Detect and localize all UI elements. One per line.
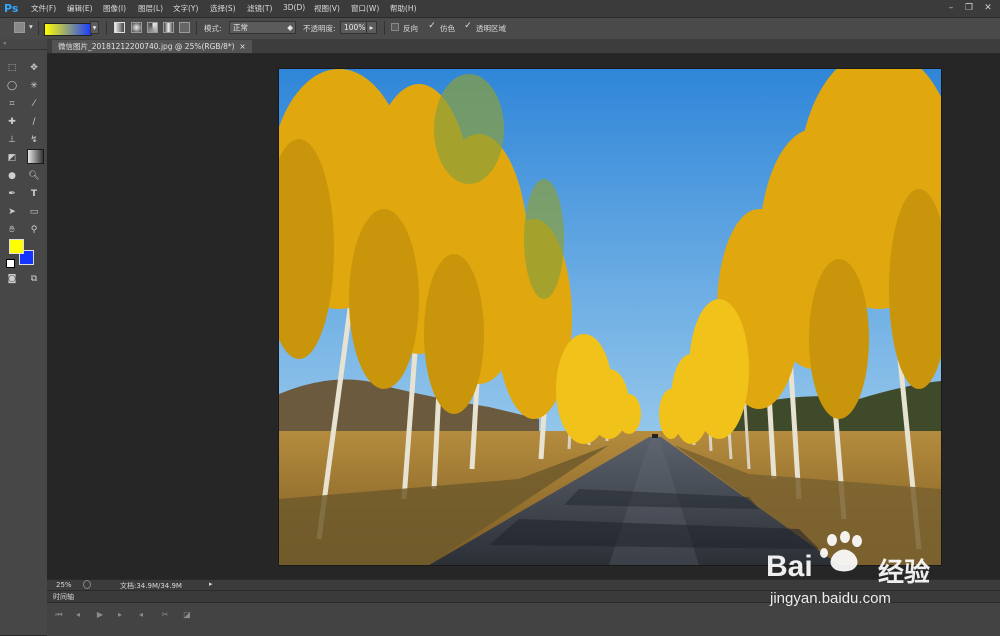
tools-panel: « ⬚ ✥ ◯ ✳ ⌗ ⁄ ✚ / ⊥ ↯ ◩ ● 🔍︎ ✒ T ➤ ▭ ✋︎ … xyxy=(0,39,48,635)
menu-window[interactable]: 窗口(W) xyxy=(351,3,379,14)
watermark-url: jingyan.baidu.com xyxy=(770,590,891,607)
gradient-picker[interactable] xyxy=(44,23,92,36)
menu-type[interactable]: 文字(Y) xyxy=(173,3,198,14)
diamond-gradient-icon[interactable] xyxy=(179,22,190,33)
divider xyxy=(38,21,39,35)
status-menu-arrow-icon[interactable]: ▸ xyxy=(209,580,213,588)
foreground-color-swatch[interactable] xyxy=(9,239,24,254)
brush-icon[interactable]: / xyxy=(27,115,41,129)
magic-wand-icon[interactable]: ✳ xyxy=(27,79,41,93)
lasso-icon[interactable]: ◯ xyxy=(5,79,19,93)
minimize-icon[interactable]: – xyxy=(944,2,958,14)
gradient-dropdown-icon[interactable]: ▾ xyxy=(90,21,99,34)
reverse-label: 反向 xyxy=(403,24,418,33)
play-icon[interactable]: ▶ xyxy=(94,609,106,621)
divider xyxy=(0,49,47,50)
reflected-gradient-icon[interactable] xyxy=(163,22,174,33)
spot-heal-icon[interactable]: ✚ xyxy=(5,115,19,129)
history-brush-icon[interactable]: ↯ xyxy=(27,133,41,147)
autumn-road-photo xyxy=(279,69,941,565)
menu-view[interactable]: 视图(V) xyxy=(314,3,340,14)
chevron-down-icon[interactable]: ▾ xyxy=(29,22,33,31)
menu-help[interactable]: 帮助(H) xyxy=(390,3,417,14)
document-tab-title: 微信图片_20181212200740.jpg @ 25%(RGB/8*) xyxy=(58,42,235,51)
divider xyxy=(384,21,385,35)
canvas-area[interactable] xyxy=(47,54,1000,579)
transparency-checkbox[interactable]: ✓ xyxy=(464,22,472,31)
mode-select[interactable]: 正常 ◆ xyxy=(229,21,296,34)
dither-checkbox[interactable]: ✓ xyxy=(428,22,436,31)
watermark-jingyan: 经验 xyxy=(878,558,931,588)
divider xyxy=(106,21,107,35)
type-icon[interactable]: T xyxy=(27,187,41,201)
stamp-icon[interactable]: ⊥ xyxy=(5,133,19,147)
menu-bar: Ps 文件(F) 编辑(E) 图像(I) 图层(L) 文字(Y) 选择(S) 滤… xyxy=(0,0,1000,18)
blur-icon[interactable]: ● xyxy=(5,169,19,183)
eraser-icon[interactable]: ◩ xyxy=(5,151,19,165)
hand-icon[interactable]: ✋︎ xyxy=(5,223,19,237)
opacity-dropdown-icon[interactable]: ▸ xyxy=(366,21,377,34)
eyedropper-icon[interactable]: ⁄ xyxy=(27,97,41,111)
prev-frame-icon[interactable]: ◂ xyxy=(72,609,84,621)
linear-gradient-icon[interactable] xyxy=(114,22,125,33)
menu-3d[interactable]: 3D(D) xyxy=(283,3,305,12)
divider xyxy=(196,21,197,35)
menu-select[interactable]: 选择(S) xyxy=(210,3,236,14)
document-tab[interactable]: 微信图片_20181212200740.jpg @ 25%(RGB/8*) × xyxy=(52,40,252,53)
gradient-icon[interactable] xyxy=(27,149,44,164)
menu-image[interactable]: 图像(I) xyxy=(103,3,126,14)
menu-filter[interactable]: 滤镜(T) xyxy=(247,3,272,14)
share-icon[interactable] xyxy=(83,580,91,589)
tool-preset-icon[interactable] xyxy=(14,22,25,33)
document-image[interactable] xyxy=(279,69,941,565)
document-tab-bar: 微信图片_20181212200740.jpg @ 25%(RGB/8*) × xyxy=(47,39,1000,54)
screen-mode-icon[interactable]: ⧉ xyxy=(27,272,41,286)
timeline-title[interactable]: 时间轴 xyxy=(53,592,74,602)
move-icon[interactable]: ✥ xyxy=(27,61,41,75)
next-frame-icon[interactable]: ▸ xyxy=(114,609,126,621)
dither-label: 仿色 xyxy=(440,24,455,33)
reverse-checkbox[interactable] xyxy=(391,23,399,31)
path-select-icon[interactable]: ➤ xyxy=(5,205,19,219)
quick-mask-icon[interactable]: ◙ xyxy=(5,272,19,286)
collapse-icon[interactable]: « xyxy=(3,40,7,47)
menu-edit[interactable]: 编辑(E) xyxy=(67,3,93,14)
tab-close-icon[interactable]: × xyxy=(239,42,245,51)
mode-value: 正常 xyxy=(233,23,248,32)
close-window-icon[interactable]: ✕ xyxy=(981,2,995,14)
opacity-input[interactable]: 100% xyxy=(340,21,368,34)
dodge-icon[interactable]: 🔍︎ xyxy=(27,169,41,183)
marquee-icon[interactable]: ⬚ xyxy=(5,61,19,75)
crop-icon[interactable]: ⌗ xyxy=(5,97,19,111)
baidu-jingyan-watermark: Bai 经验 jingyan.baidu.com xyxy=(766,530,956,616)
transparency-label: 透明区域 xyxy=(476,24,506,33)
angle-gradient-icon[interactable] xyxy=(147,22,158,33)
watermark-brand: Bai xyxy=(766,550,813,583)
mode-label: 模式: xyxy=(204,24,222,33)
photoshop-logo: Ps xyxy=(4,2,19,15)
restore-icon[interactable]: ❐ xyxy=(962,2,976,14)
radial-gradient-icon[interactable] xyxy=(131,22,142,33)
menu-file[interactable]: 文件(F) xyxy=(31,3,56,14)
zoom-icon[interactable]: ⚲ xyxy=(27,223,41,237)
first-frame-icon[interactable]: ⏮ xyxy=(53,609,65,621)
menu-layer[interactable]: 图层(L) xyxy=(138,3,163,14)
opacity-label: 不透明度: xyxy=(303,24,336,33)
options-bar: ▾ ▾ 模式: 正常 ◆ 不透明度: 100% ▸ 反向 ✓ 仿色 ✓ 透明区域 xyxy=(0,18,1000,40)
split-scissors-icon[interactable]: ✂ xyxy=(159,609,171,621)
pen-icon[interactable]: ✒ xyxy=(5,187,19,201)
shape-icon[interactable]: ▭ xyxy=(27,205,41,219)
mute-icon[interactable]: ◂ xyxy=(135,609,147,621)
chevron-down-icon: ◆ xyxy=(287,23,293,32)
transition-icon[interactable]: ◪ xyxy=(181,609,193,621)
default-colors-icon[interactable] xyxy=(6,259,15,268)
zoom-level[interactable]: 25% xyxy=(56,581,72,589)
